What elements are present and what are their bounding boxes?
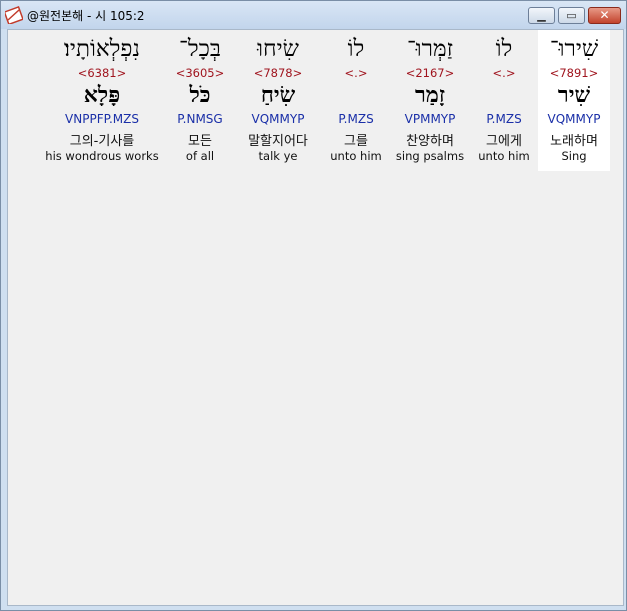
strong-number[interactable]: <7878> (234, 66, 322, 80)
hebrew-word: זַמְּרוּ־ (406, 36, 454, 62)
korean-gloss: 노래하며 (550, 134, 598, 149)
hebrew-word: נִפְלְאוֹתָיו׃ (64, 36, 140, 62)
hebrew-word: שִׂיחוּ (257, 36, 299, 62)
root-word: כֹּל (189, 82, 211, 108)
root-word: שִׁיר (557, 82, 591, 108)
morphology-code[interactable]: VQMMYP (234, 112, 322, 126)
morphology-code[interactable]: P.MZS (324, 112, 388, 126)
morphology-code[interactable]: VNPPFP.MZS (38, 112, 166, 126)
title-bar[interactable]: @원전본해 - 시 105:2 ▁ ▭ ✕ (1, 1, 626, 29)
main-window: @원전본해 - 시 105:2 ▁ ▭ ✕ שִׁירוּ־ <7891> שִ… (0, 0, 627, 611)
app-icon[interactable] (5, 6, 23, 24)
morphology-code[interactable]: P.NMSG (168, 112, 232, 126)
interlinear-panel: שִׁירוּ־ <7891> שִׁיר VQMMYP 노래하며 Sing ל… (7, 29, 624, 606)
root-word: שִׂיחַ (260, 82, 296, 108)
english-gloss: of all (185, 149, 215, 163)
strong-number[interactable]: <6381> (38, 66, 166, 80)
morphology-code[interactable]: P.MZS (472, 112, 536, 126)
morphology-code[interactable]: VPMMYP (390, 112, 470, 126)
close-icon: ✕ (599, 8, 610, 22)
english-gloss: unto him (478, 149, 530, 163)
english-gloss: unto him (330, 149, 382, 163)
english-gloss: talk ye (258, 149, 298, 163)
hebrew-word: בְּכָל־ (179, 36, 221, 62)
window-title: @원전본해 - 시 105:2 (27, 9, 145, 23)
english-gloss: his wondrous works (45, 149, 159, 163)
minimize-button[interactable]: ▁ (528, 7, 555, 24)
close-button[interactable]: ✕ (588, 7, 621, 24)
english-gloss: sing psalms (395, 149, 465, 163)
root-word: זָמַר (415, 82, 445, 108)
root-word: פָּלָא (83, 82, 121, 108)
strong-number[interactable]: <.> (472, 66, 536, 80)
strong-number[interactable]: <7891> (538, 66, 610, 80)
minimize-icon: ▁ (537, 9, 546, 22)
english-gloss: Sing (561, 149, 587, 163)
hebrew-word: לוֹ (347, 36, 365, 62)
hebrew-word: שִׁירוּ־ (549, 36, 599, 62)
maximize-button[interactable]: ▭ (558, 7, 585, 24)
korean-gloss: 말할지어다 (248, 134, 308, 149)
maximize-icon: ▭ (566, 9, 577, 22)
korean-gloss: 그의-기사를 (69, 134, 135, 149)
strong-number[interactable]: <3605> (168, 66, 232, 80)
hebrew-word: לוֹ (495, 36, 513, 62)
korean-gloss: 찬양하며 (406, 134, 454, 149)
korean-gloss: 모든 (188, 134, 212, 149)
korean-gloss: 그를 (344, 134, 368, 149)
morphology-code[interactable]: VQMMYP (538, 112, 610, 126)
word-column[interactable]: שִׁירוּ־ <7891> שִׁיר VQMMYP 노래하며 Sing (538, 30, 610, 171)
strong-number[interactable]: <.> (324, 66, 388, 80)
korean-gloss: 그에게 (486, 134, 522, 149)
strong-number[interactable]: <2167> (390, 66, 470, 80)
